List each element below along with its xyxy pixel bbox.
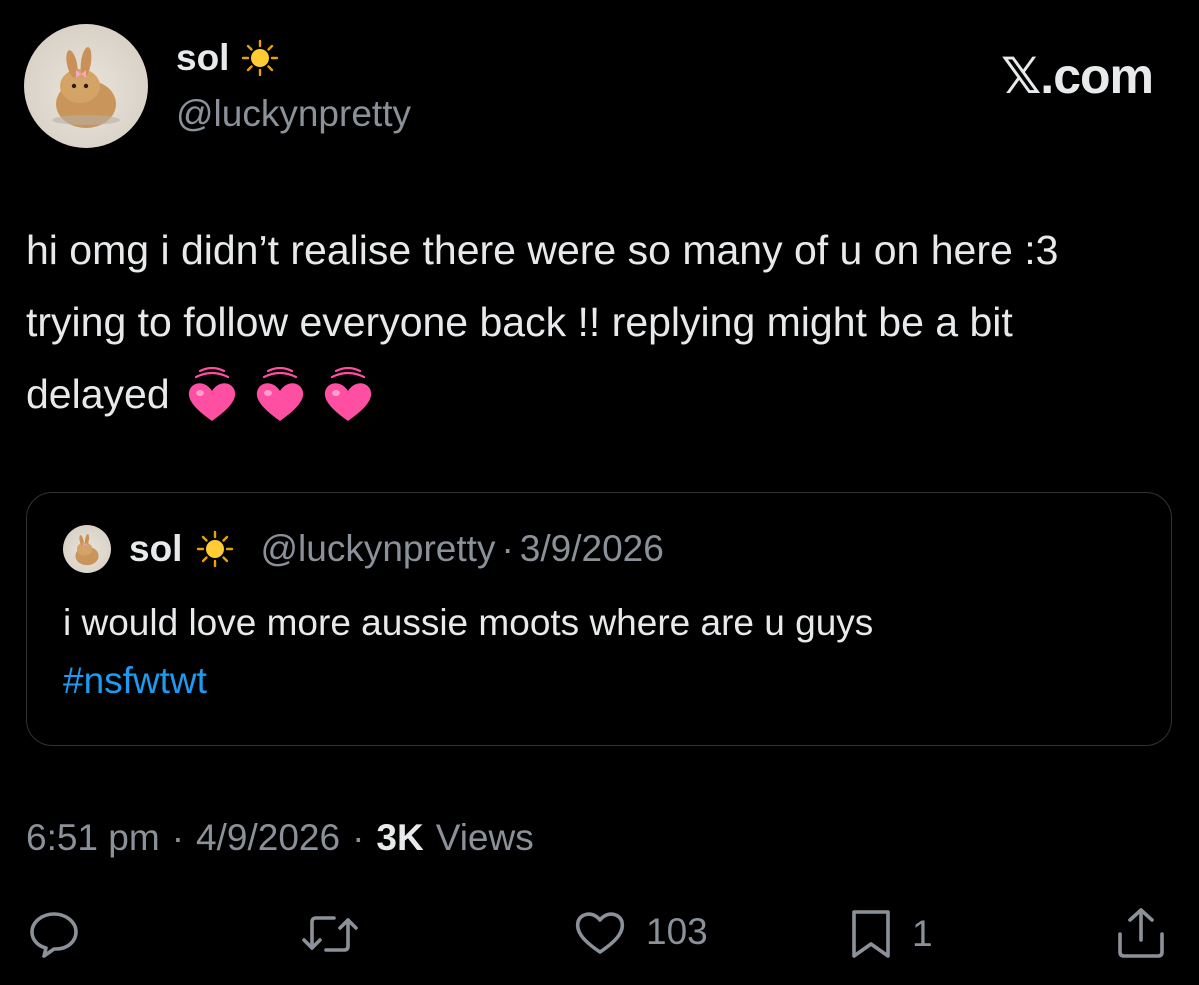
sun-icon <box>196 530 234 568</box>
like-button[interactable]: 103 <box>572 906 708 958</box>
share-icon <box>1118 908 1164 958</box>
tweet-text: hi omg i didn’t realise there were so ma… <box>26 214 1166 430</box>
author-handle[interactable]: @luckynpretty <box>176 92 411 136</box>
reply-icon <box>30 912 78 958</box>
tweet-time[interactable]: 6:51 pm <box>26 814 160 862</box>
share-button[interactable] <box>1114 904 1168 962</box>
like-count: 103 <box>646 911 708 952</box>
heart-icon <box>318 367 378 427</box>
retweet-icon <box>302 916 358 952</box>
bunny-image <box>52 47 120 128</box>
reply-button[interactable] <box>26 906 100 962</box>
meta-separator: · <box>352 817 365 858</box>
action-bar: 103 1 <box>0 900 1199 970</box>
quoted-tweet-header: sol @luckynpretty · 3/9/2026 <box>63 525 664 573</box>
hashtag-link[interactable]: #nsfwtwt <box>63 653 207 709</box>
heart-icon <box>250 367 310 427</box>
sun-icon <box>241 39 279 77</box>
meta-separator: · <box>171 817 185 858</box>
tweet-meta: 6:51 pm · 4/9/2026 · 3K Views <box>26 814 534 862</box>
quoted-handle: @luckynpretty <box>260 528 496 569</box>
heart-icon <box>182 367 242 427</box>
bookmark-button[interactable]: 1 <box>848 906 933 962</box>
emoji-row <box>182 367 378 427</box>
views-label: Views <box>435 817 534 858</box>
quoted-date: 3/9/2026 <box>519 528 664 569</box>
views-count: 3K <box>376 817 424 858</box>
tweet-date[interactable]: 4/9/2026 <box>196 814 340 862</box>
bookmark-icon <box>852 910 890 958</box>
quoted-display-name: sol <box>129 528 183 569</box>
retweet-button[interactable] <box>300 908 378 960</box>
quoted-avatar <box>63 525 111 573</box>
quoted-separator: · <box>501 528 514 569</box>
bookmark-count: 1 <box>912 913 933 954</box>
author-name-row: sol <box>176 36 279 80</box>
quoted-tweet-card[interactable]: sol @luckynpretty · 3/9/2026 i would lov… <box>26 492 1172 746</box>
quoted-tweet-text: i would love more aussie moots where are… <box>63 602 874 643</box>
author-display-name[interactable]: sol <box>176 36 229 80</box>
heart-outline-icon <box>575 912 625 954</box>
avatar[interactable] <box>24 24 148 148</box>
x-logo: 𝕏.com <box>1001 48 1154 104</box>
